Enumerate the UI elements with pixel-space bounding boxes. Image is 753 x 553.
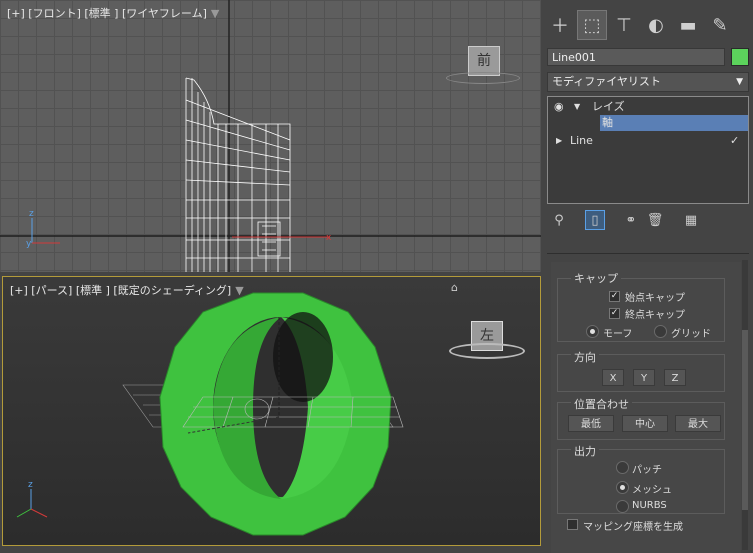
viewcube-ring[interactable] bbox=[449, 343, 525, 359]
align-max-button[interactable]: 最大 bbox=[675, 415, 721, 432]
create-icon[interactable]: ＋ bbox=[545, 10, 575, 40]
perspective-viewport[interactable]: [+] [パース] [標準 ] [既定のシェーディング] ▼ z 左 ⌂ bbox=[2, 276, 541, 546]
make-unique-icon[interactable]: ⚭ bbox=[621, 210, 641, 230]
chevron-down-icon: ▼ bbox=[736, 77, 743, 87]
modifier-list-dropdown[interactable]: モディファイヤリスト ▼ bbox=[547, 72, 749, 92]
expand-right-icon[interactable]: ▶ bbox=[556, 133, 562, 149]
cap-end-checkbox[interactable]: ✓ bbox=[609, 308, 620, 319]
pin-stack-icon[interactable]: ⚲ bbox=[549, 210, 569, 230]
home-icon[interactable]: ⌂ bbox=[451, 281, 458, 294]
delete-modifier-icon[interactable]: 🗑 bbox=[645, 210, 665, 230]
align-center-button[interactable]: 中心 bbox=[622, 415, 668, 432]
output-title: 出力 bbox=[571, 443, 599, 459]
direction-x-button[interactable]: X bbox=[602, 369, 624, 386]
patch-radio[interactable] bbox=[616, 461, 629, 474]
modifier-stack: ◉ ▼ レイズ 軸 ▶ Line ✓ bbox=[547, 96, 749, 204]
svg-text:z: z bbox=[28, 480, 33, 490]
command-panel-tabs: ＋ ⬚ ⊤ ◐ ▬ ✎ bbox=[541, 10, 753, 42]
viewcube-face-label: 左 bbox=[480, 328, 494, 344]
object-color-swatch[interactable] bbox=[731, 48, 749, 66]
checkmark-icon: ✓ bbox=[730, 134, 740, 147]
gen-mapping-label: マッピング座標を生成 bbox=[583, 522, 683, 533]
panel-divider bbox=[547, 253, 749, 254]
grid-radio[interactable] bbox=[654, 325, 667, 338]
morph-label: モーフ bbox=[603, 329, 633, 340]
align-min-button[interactable]: 最低 bbox=[568, 415, 614, 432]
persp-view-canvas: z bbox=[16, 292, 404, 536]
align-title: 位置合わせ bbox=[571, 396, 632, 412]
stack-item-lathe[interactable]: ◉ ▼ レイズ bbox=[548, 99, 748, 115]
nurbs-radio[interactable] bbox=[616, 500, 629, 513]
direction-y-button[interactable]: Y bbox=[633, 369, 655, 386]
command-panel: ＋ ⬚ ⊤ ◐ ▬ ✎ Line001 モディファイヤリスト ▼ ◉ ▼ レイズ… bbox=[541, 0, 753, 553]
mesh-label: メッシュ bbox=[632, 485, 672, 496]
front-view-canvas: x z y bbox=[0, 0, 541, 272]
cap-start-checkbox[interactable]: ✓ bbox=[609, 291, 620, 302]
patch-label: パッチ bbox=[632, 465, 662, 476]
panel-scrollbar[interactable] bbox=[742, 260, 748, 550]
lathe-wireframe bbox=[185, 77, 291, 272]
direction-title: 方向 bbox=[571, 349, 599, 365]
nurbs-label: NURBS bbox=[632, 500, 667, 511]
viewcube-ring[interactable] bbox=[446, 72, 520, 84]
eye-icon[interactable]: ◉ bbox=[554, 99, 564, 115]
utilities-icon[interactable]: ✎ bbox=[705, 10, 735, 40]
hierarchy-icon[interactable]: ⊤ bbox=[609, 10, 639, 40]
svg-text:x: x bbox=[326, 233, 332, 243]
stack-item-axis[interactable]: 軸 bbox=[600, 115, 748, 131]
stack-toolbar: ⚲ ▯ ⚭ 🗑 ▦ bbox=[547, 208, 749, 234]
front-viewport[interactable]: [+] [フロント] [標準 ] [ワイヤフレーム] ▼ x z y 前 bbox=[0, 0, 541, 272]
grid-label: グリッド bbox=[671, 329, 711, 340]
configure-sets-icon[interactable]: ▦ bbox=[681, 210, 701, 230]
motion-icon[interactable]: ◐ bbox=[641, 10, 671, 40]
show-end-result-icon[interactable]: ▯ bbox=[585, 210, 605, 230]
capping-title: キャップ bbox=[571, 270, 621, 286]
svg-text:y: y bbox=[26, 239, 32, 249]
direction-z-button[interactable]: Z bbox=[664, 369, 686, 386]
modifier-list-label: モディファイヤリスト bbox=[552, 75, 661, 88]
object-name-field[interactable]: Line001 bbox=[547, 48, 725, 66]
svg-text:z: z bbox=[29, 209, 34, 219]
stack-item-label: Line bbox=[570, 134, 593, 147]
expand-down-icon[interactable]: ▼ bbox=[574, 99, 580, 115]
modify-icon[interactable]: ⬚ bbox=[577, 10, 607, 40]
mesh-radio[interactable] bbox=[616, 481, 629, 494]
morph-radio[interactable] bbox=[586, 325, 599, 338]
stack-item-label: レイズ bbox=[592, 100, 625, 113]
gen-mapping-checkbox[interactable] bbox=[567, 519, 578, 530]
display-icon[interactable]: ▬ bbox=[673, 10, 703, 40]
stack-item-label: 軸 bbox=[602, 116, 613, 129]
stack-item-line[interactable]: ▶ Line ✓ bbox=[548, 133, 748, 149]
cap-start-label: 始点キャップ bbox=[625, 293, 685, 304]
cap-end-label: 終点キャップ bbox=[625, 310, 685, 321]
viewcube-face-label: 前 bbox=[477, 53, 491, 69]
scrollbar-thumb[interactable] bbox=[742, 330, 748, 510]
